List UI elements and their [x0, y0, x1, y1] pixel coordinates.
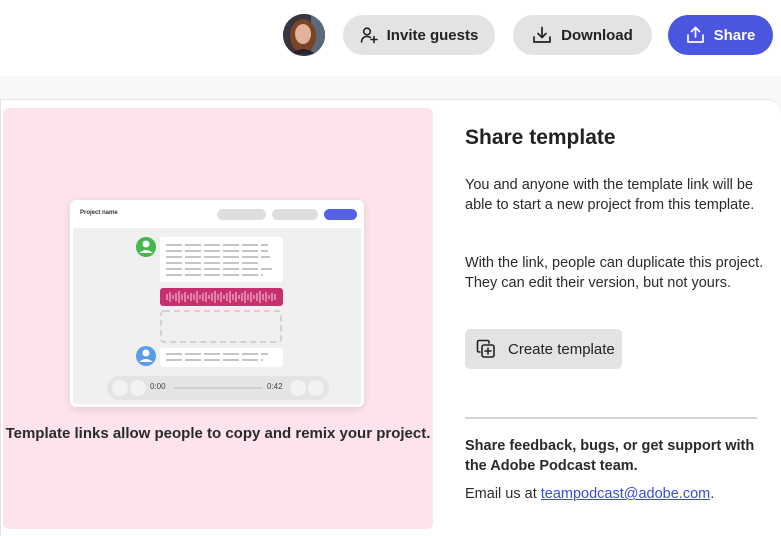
share-icon [686, 26, 704, 43]
download-label: Download [561, 26, 633, 44]
share-template-note: With the link, people can duplicate this… [465, 255, 764, 291]
invite-guests-button[interactable]: Invite guests [343, 15, 495, 55]
create-template-button[interactable]: Create template [465, 329, 622, 369]
mock-time-end: 0:42 [267, 382, 283, 391]
download-button[interactable]: Download [513, 15, 652, 55]
mock-pill [217, 209, 266, 220]
user-avatar[interactable] [283, 14, 325, 56]
email-prefix: Email us at [465, 486, 541, 502]
email-line: Email us at teampodcast@adobe.com. [465, 486, 714, 502]
mock-share-pill [324, 209, 357, 220]
mock-time-start: 0:00 [150, 382, 166, 391]
mock-editor-body [73, 228, 361, 404]
drop-zone [160, 310, 282, 343]
share-button[interactable]: Share [668, 15, 773, 55]
download-icon [533, 26, 552, 43]
project-mockup: Project name 0:00 0:42 [70, 200, 364, 407]
feedback-text: Share feedback, bugs, or get support wit… [465, 438, 755, 474]
support-email-link[interactable]: teampodcast@adobe.com [541, 486, 710, 502]
add-user-icon [360, 27, 378, 44]
section-divider [465, 417, 757, 419]
preview-caption: Template links allow people to copy and … [5, 425, 431, 442]
share-label: Share [713, 26, 756, 44]
copy-add-icon [476, 339, 495, 358]
email-suffix: . [710, 486, 715, 502]
invite-guests-label: Invite guests [386, 26, 479, 44]
share-template-description: You and anyone with the template link wi… [465, 177, 755, 213]
mock-project-name: Project name [80, 210, 118, 216]
share-template-title: Share template [465, 126, 616, 149]
mock-pill [272, 209, 318, 220]
create-template-label: Create template [508, 340, 615, 358]
